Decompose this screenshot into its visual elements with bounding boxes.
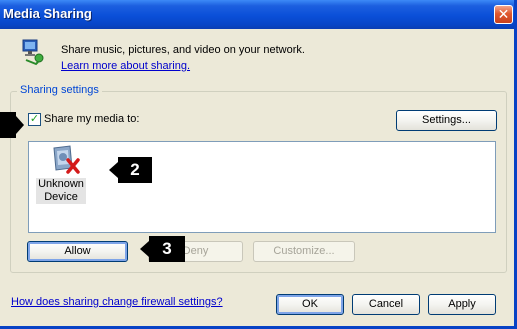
callout-3: 3 xyxy=(140,236,185,262)
callout-2: 2 xyxy=(109,157,152,183)
title-bar[interactable]: Media Sharing ✕ xyxy=(0,0,514,29)
share-media-checkbox[interactable]: ✓ xyxy=(28,113,41,126)
share-media-label[interactable]: Share my media to: xyxy=(44,113,139,125)
unknown-device-label[interactable]: Unknown Device xyxy=(36,178,86,204)
callout-3-arrow xyxy=(140,241,149,257)
close-button[interactable]: ✕ xyxy=(494,5,513,24)
learn-more-link[interactable]: Learn more about sharing. xyxy=(61,60,190,72)
sharing-settings-legend: Sharing settings xyxy=(17,84,102,96)
allow-button[interactable]: Allow xyxy=(27,241,128,262)
callout-3-number: 3 xyxy=(162,239,172,258)
header-description: Share music, pictures, and video on your… xyxy=(61,44,305,56)
window-title: Media Sharing xyxy=(3,6,92,21)
media-sharing-dialog: Media Sharing ✕ Share music, pictures, a… xyxy=(0,0,517,329)
device-name-line2: Device xyxy=(44,191,78,203)
ok-button[interactable]: OK xyxy=(276,294,344,315)
cancel-button[interactable]: Cancel xyxy=(352,294,420,315)
device-name-line1: Unknown xyxy=(38,178,84,190)
settings-button[interactable]: Settings... xyxy=(396,110,497,131)
callout-2-arrow xyxy=(109,162,118,178)
apply-button[interactable]: Apply xyxy=(428,294,496,315)
callout-1: 1 xyxy=(0,112,24,138)
callout-2-number: 2 xyxy=(130,160,140,179)
customize-button[interactable]: Customize... xyxy=(253,241,355,262)
firewall-settings-link[interactable]: How does sharing change firewall setting… xyxy=(11,296,223,308)
device-list[interactable] xyxy=(28,141,496,233)
media-sharing-icon xyxy=(22,39,44,66)
unknown-device-icon[interactable] xyxy=(48,142,82,176)
callout-1-arrow xyxy=(16,116,24,134)
